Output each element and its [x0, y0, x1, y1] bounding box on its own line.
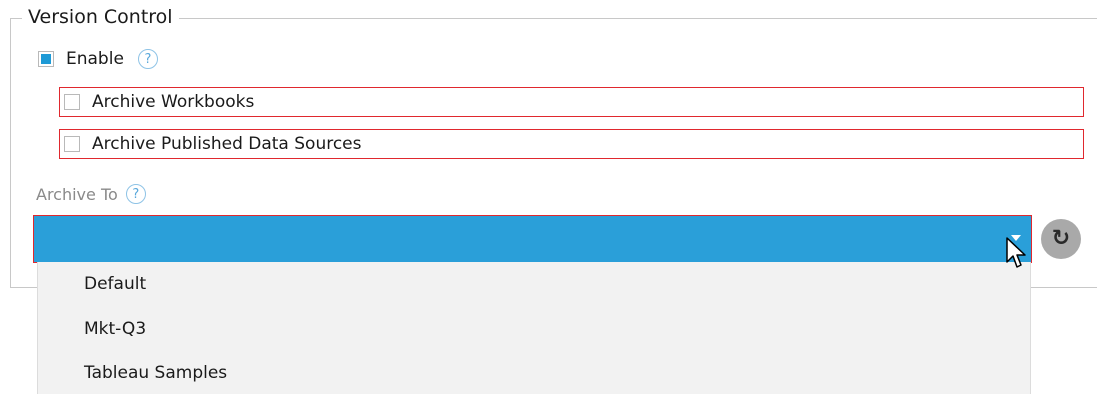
- archive-workbooks-checkbox[interactable]: [64, 94, 80, 110]
- archive-data-sources-row[interactable]: Archive Published Data Sources: [59, 129, 1084, 159]
- enable-row[interactable]: Enable ?: [38, 47, 158, 71]
- archive-to-select[interactable]: [33, 215, 1032, 263]
- refresh-button[interactable]: ↻: [1041, 219, 1081, 259]
- archive-workbooks-label: Archive Workbooks: [92, 92, 255, 112]
- archive-to-row: Archive To ?: [36, 184, 146, 204]
- help-icon[interactable]: ?: [125, 184, 146, 204]
- mouse-cursor-icon: [1006, 237, 1026, 268]
- archive-to-dropdown-list: Default Mkt-Q3 Tableau Samples: [37, 262, 1031, 394]
- dropdown-option-default[interactable]: Default: [84, 272, 146, 296]
- archive-data-sources-label: Archive Published Data Sources: [92, 134, 362, 154]
- group-title: Version Control: [22, 3, 179, 31]
- archive-workbooks-row[interactable]: Archive Workbooks: [59, 87, 1084, 117]
- enable-checkbox[interactable]: [38, 51, 54, 67]
- refresh-icon: ↻: [1051, 226, 1071, 251]
- archive-to-label: Archive To: [36, 184, 118, 204]
- archive-data-sources-checkbox[interactable]: [64, 136, 80, 152]
- dropdown-option-tableau-samples[interactable]: Tableau Samples: [84, 361, 227, 385]
- dropdown-option-mkt-q3[interactable]: Mkt-Q3: [84, 317, 146, 341]
- enable-label: Enable: [66, 49, 124, 69]
- help-icon[interactable]: ?: [137, 49, 158, 69]
